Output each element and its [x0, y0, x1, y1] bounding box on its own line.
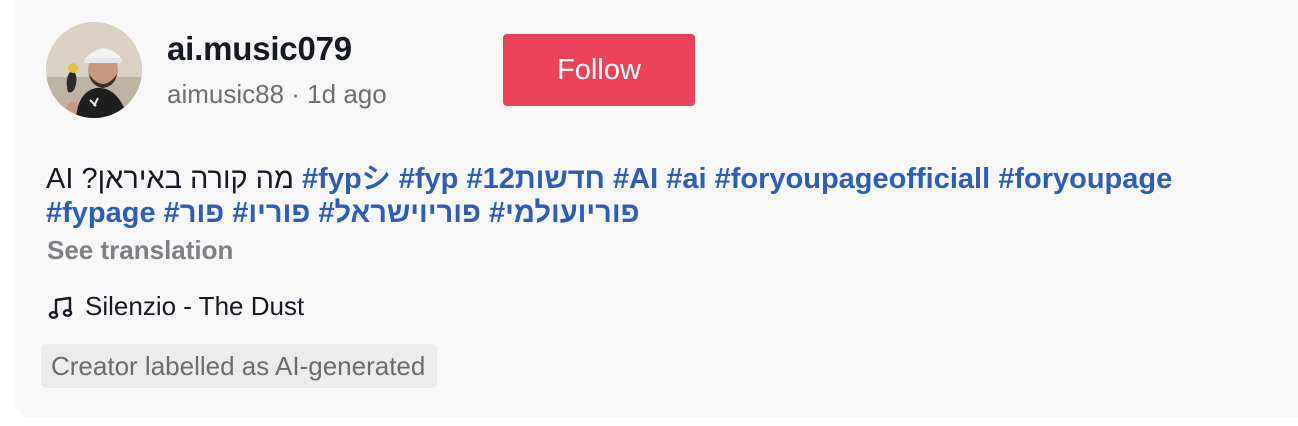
post-time: 1d ago	[307, 79, 387, 109]
hashtag-link[interactable]: #פוריו	[232, 197, 310, 229]
hashtag-link[interactable]: #fypage	[46, 197, 156, 229]
caption-line-1: מה קורה באיראן? AI #fypシ #fyp #12חדשות #…	[46, 155, 1172, 197]
hashtag-link[interactable]: #פור	[164, 197, 225, 229]
hashtag-link[interactable]: #fypシ	[302, 163, 391, 195]
caption-line-2: #fypage #פור #פוריו #פוריוישראל #פוריועו…	[46, 197, 640, 230]
hashtag-link[interactable]: #פוריוישראל	[318, 197, 481, 229]
username[interactable]: ai.music079	[167, 30, 352, 68]
hashtag-link[interactable]: #פוריועולמי	[489, 197, 640, 229]
handle[interactable]: aimusic88	[167, 79, 284, 109]
hashtag-link[interactable]: #foryoupageofficiall	[715, 163, 991, 195]
see-translation-link[interactable]: See translation	[47, 235, 233, 266]
avatar-image	[46, 22, 142, 118]
hashtag-link[interactable]: #fyp	[399, 163, 459, 195]
hashtag-link[interactable]: #12חדשות	[466, 163, 605, 195]
hashtag-link[interactable]: #AI	[613, 163, 658, 195]
ai-generated-label: Creator labelled as AI-generated	[41, 344, 438, 388]
follow-button[interactable]: Follow	[503, 34, 695, 106]
avatar[interactable]	[46, 22, 142, 118]
music-title: Silenzio - The Dust	[85, 291, 305, 321]
music-note-icon	[48, 296, 73, 320]
meta-separator: ·	[284, 79, 308, 109]
hashtag-link[interactable]: #ai	[666, 163, 706, 195]
post-meta: aimusic88 · 1d ago	[167, 79, 387, 110]
hashtag-link[interactable]: #foryoupage	[998, 163, 1172, 195]
caption-text: מה קורה באיראן? AI	[46, 163, 294, 195]
